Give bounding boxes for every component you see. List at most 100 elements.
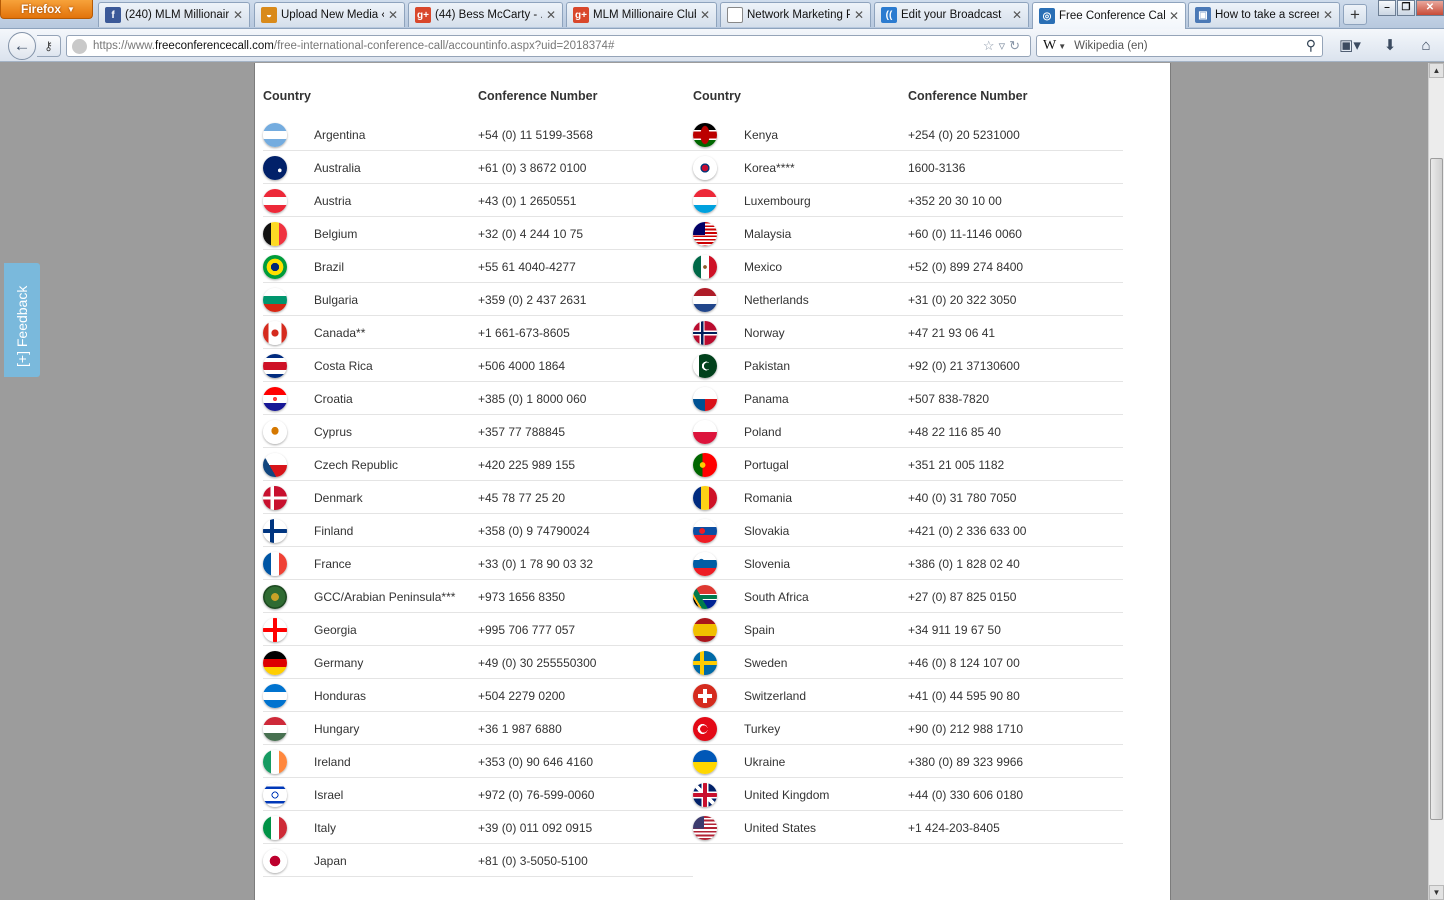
- browser-tab[interactable]: g+ MLM Millionaire Club - ... ✕: [566, 2, 717, 27]
- scroll-thumb[interactable]: [1430, 158, 1443, 820]
- search-input[interactable]: Wikipedia (en): [1074, 40, 1148, 52]
- browser-tab[interactable]: ((Edit your Broadcast ✕: [874, 2, 1029, 27]
- romania-flag-icon: [693, 486, 717, 510]
- new-tab-button[interactable]: +: [1343, 4, 1367, 25]
- country-name: United States: [744, 821, 817, 835]
- country-name: Pakistan: [744, 359, 791, 373]
- close-tab-icon[interactable]: ✕: [546, 8, 556, 22]
- search-icon[interactable]: ⚲: [1306, 37, 1316, 54]
- vertical-scrollbar[interactable]: ▲ ▼: [1428, 63, 1444, 900]
- wikipedia-icon[interactable]: W: [1043, 38, 1056, 54]
- country-name: Sweden: [744, 656, 788, 670]
- conference-number: +45 78 77 25 20: [478, 491, 566, 505]
- firefox-menu-button[interactable]: Firefox ▼: [0, 0, 93, 19]
- browser-tab[interactable]: f (240) MLM Millionaire ... ✕: [98, 2, 250, 27]
- country-row: Croatia +385 (0) 1 8000 060: [263, 382, 693, 415]
- netherlands-flag-icon: [693, 288, 717, 312]
- country-name: Austria: [314, 194, 352, 208]
- close-tab-icon[interactable]: ✕: [700, 8, 710, 22]
- url-host: freeconferencecall.com: [155, 40, 274, 52]
- close-window-icon[interactable]: ✕: [1416, 0, 1444, 16]
- cyprus-flag-icon: [263, 420, 287, 444]
- conference-number: +92 (0) 21 37130600: [908, 359, 1020, 373]
- bookmarks-menu-icon[interactable]: ▣▾: [1334, 35, 1366, 57]
- country-row: Ireland +353 (0) 90 646 4160: [263, 745, 693, 778]
- costa-rica-flag-icon: [263, 354, 287, 378]
- conference-number: +90 (0) 212 988 1710: [908, 722, 1024, 736]
- scroll-down-icon[interactable]: ▼: [1429, 885, 1444, 900]
- bookmark-star-icon[interactable]: ☆▿↻: [983, 38, 1024, 54]
- conference-number: +27 (0) 87 825 0150: [908, 590, 1017, 604]
- country-row: Malaysia +60 (0) 11-1146 0060: [693, 217, 1123, 250]
- country-row: Panama +507 838-7820: [693, 382, 1123, 415]
- key-icon[interactable]: ⚷: [37, 35, 61, 57]
- conference-numbers-panel: Country Conference Number Argentina +54 (…: [254, 63, 1171, 900]
- feedback-tab[interactable]: [+] Feedback: [4, 263, 40, 377]
- france-flag-icon: [263, 552, 287, 576]
- country-row: United Kingdom +44 (0) 330 606 0180: [693, 778, 1123, 811]
- israel-flag-icon: [263, 783, 287, 807]
- country-row: Mexico +52 (0) 899 274 8400: [693, 250, 1123, 283]
- conference-number: +61 (0) 3 8672 0100: [478, 161, 587, 175]
- country-name: Honduras: [314, 689, 367, 703]
- close-tab-icon[interactable]: ✕: [854, 8, 864, 22]
- browser-tab[interactable]: Network Marketing Pr... ✕: [720, 2, 871, 27]
- conference-number: +351 21 005 1182: [908, 458, 1005, 472]
- country-row: Bulgaria +359 (0) 2 437 2631: [263, 283, 693, 316]
- slovenia-flag-icon: [693, 552, 717, 576]
- country-row: Czech Republic +420 225 989 155: [263, 448, 693, 481]
- country-name: Georgia: [314, 623, 357, 637]
- scroll-up-icon[interactable]: ▲: [1429, 63, 1444, 78]
- conference-number: +31 (0) 20 322 3050: [908, 293, 1017, 307]
- argentina-flag-icon: [263, 123, 287, 147]
- screenshot-icon: ▣: [1195, 7, 1211, 23]
- url-bar[interactable]: https://www. freeconferencecall.com/free-…: [66, 35, 1031, 57]
- broadcast-icon: ((: [881, 7, 897, 23]
- number-header: Conference Number: [908, 89, 1028, 103]
- close-tab-icon[interactable]: ✕: [388, 8, 398, 22]
- country-row: Switzerland +41 (0) 44 595 90 80: [693, 679, 1123, 712]
- browser-tab[interactable]: ◎ Free Conference Call... ✕: [1032, 2, 1186, 29]
- country-row: Pakistan +92 (0) 21 37130600: [693, 349, 1123, 382]
- conference-number: +34 911 19 67 50: [908, 623, 1001, 637]
- united-states-flag-icon: [693, 816, 717, 840]
- finland-flag-icon: [263, 519, 287, 543]
- browser-tab[interactable]: ▣ How to take a screen... ✕: [1188, 2, 1340, 27]
- canada-flag-icon: [263, 321, 287, 345]
- close-tab-icon[interactable]: ✕: [1323, 8, 1333, 22]
- conference-number: +81 (0) 3-5050-5100: [478, 854, 588, 868]
- country-name: Ukraine: [744, 755, 786, 769]
- conference-number: +507 838-7820: [908, 392, 990, 406]
- google-plus-icon: g+: [573, 7, 589, 23]
- close-tab-icon[interactable]: ✕: [233, 8, 243, 22]
- norway-flag-icon: [693, 321, 717, 345]
- country-row: Austria +43 (0) 1 2650551: [263, 184, 693, 217]
- close-tab-icon[interactable]: ✕: [1012, 8, 1022, 22]
- denmark-flag-icon: [263, 486, 287, 510]
- browser-tab[interactable]: ◒ Upload New Media ‹ ... ✕: [254, 2, 405, 27]
- country-row: Slovenia +386 (0) 1 828 02 40: [693, 547, 1123, 580]
- download-icon[interactable]: ⬇: [1378, 35, 1402, 57]
- browser-tab[interactable]: g+ (44) Bess McCarty - ... ✕: [408, 2, 563, 27]
- conference-number: +972 (0) 76-599-0060: [478, 788, 595, 802]
- country-row: Costa Rica +506 4000 1864: [263, 349, 693, 382]
- minimize-icon[interactable]: –: [1378, 0, 1396, 16]
- conference-number: +380 (0) 89 323 9966: [908, 755, 1024, 769]
- turkey-flag-icon: [693, 717, 717, 741]
- country-row: Belgium +32 (0) 4 244 10 75: [263, 217, 693, 250]
- country-row: United States +1 424-203-8405: [693, 811, 1123, 844]
- country-name: Czech Republic: [314, 458, 399, 472]
- close-tab-icon[interactable]: ✕: [1169, 9, 1179, 23]
- country-name: Belgium: [314, 227, 358, 241]
- restore-icon[interactable]: ❐: [1397, 0, 1415, 16]
- plus-bracket-icon: [+]: [14, 351, 30, 367]
- site-identity-icon: [72, 38, 87, 54]
- poland-flag-icon: [693, 420, 717, 444]
- search-bar[interactable]: W ▼ Wikipedia (en) ⚲: [1036, 35, 1323, 57]
- back-button[interactable]: ←: [8, 32, 36, 60]
- australia-flag-icon: [263, 156, 287, 180]
- mexico-flag-icon: [693, 255, 717, 279]
- home-icon[interactable]: ⌂: [1414, 35, 1438, 57]
- country-row: Netherlands +31 (0) 20 322 3050: [693, 283, 1123, 316]
- chevron-down-icon[interactable]: ▼: [1058, 42, 1066, 51]
